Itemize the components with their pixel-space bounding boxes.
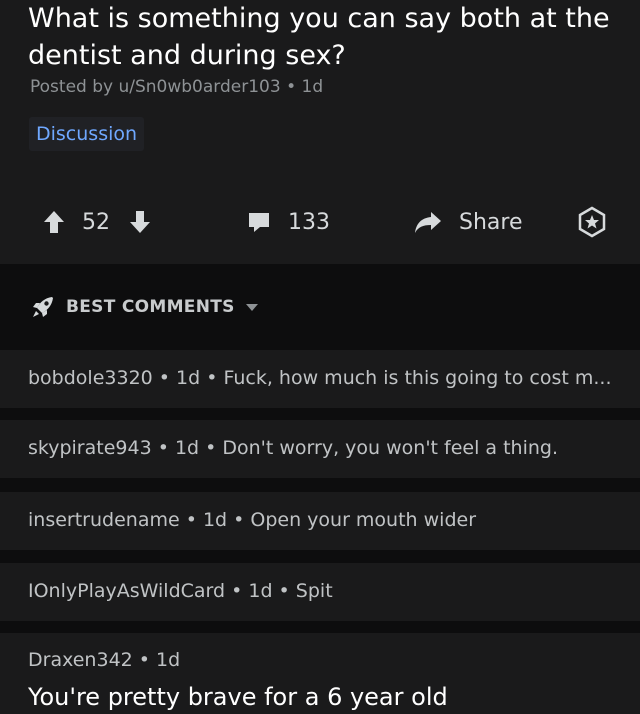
award-button[interactable] bbox=[576, 200, 608, 244]
downvote-button[interactable] bbox=[128, 200, 152, 244]
share-arrow-icon bbox=[415, 212, 441, 233]
comment-item[interactable]: Draxen342 • 1d You're pretty brave for a… bbox=[0, 633, 640, 714]
comments-button[interactable] bbox=[246, 200, 272, 244]
downvote-arrow-icon bbox=[130, 211, 150, 233]
comment-text: IOnlyPlayAsWildCard • 1d • Spit bbox=[28, 580, 333, 602]
post-flair[interactable]: Discussion bbox=[29, 117, 145, 151]
upvote-arrow-icon bbox=[44, 211, 64, 233]
comment-count[interactable]: 133 bbox=[288, 200, 330, 244]
award-star-icon bbox=[578, 206, 606, 238]
comment-text: skypirate943 • 1d • Don't worry, you won… bbox=[28, 437, 559, 459]
post-meta[interactable]: Posted by u/Sn0wb0arder103 • 1d bbox=[30, 77, 323, 97]
comment-text: bobdole3320 • 1d • Fuck, how much is thi… bbox=[28, 367, 612, 389]
share-label[interactable]: Share bbox=[459, 200, 523, 244]
post-card: What is something you can say both at th… bbox=[0, 0, 640, 264]
comment-bubble-icon bbox=[249, 213, 269, 232]
post-title[interactable]: What is something you can say both at th… bbox=[28, 0, 628, 74]
comment-meta: Draxen342 • 1d bbox=[28, 649, 181, 671]
post-score: 52 bbox=[82, 209, 110, 235]
comment-body: You're pretty brave for a 6 year old bbox=[28, 683, 448, 711]
comment-text: insertrudename • 1d • Open your mouth wi… bbox=[28, 509, 477, 531]
caret-down-icon bbox=[245, 304, 258, 311]
sort-label: BEST COMMENTS bbox=[66, 297, 235, 317]
rocket-icon bbox=[33, 297, 53, 317]
upvote-button[interactable] bbox=[42, 200, 66, 244]
post-action-bar: 52 133 Share bbox=[0, 200, 640, 244]
comment-item[interactable]: IOnlyPlayAsWildCard • 1d • Spit bbox=[0, 563, 640, 621]
comment-sort-dropdown[interactable]: BEST COMMENTS bbox=[30, 292, 259, 322]
share-button[interactable] bbox=[413, 200, 443, 244]
comment-item[interactable]: bobdole3320 • 1d • Fuck, how much is thi… bbox=[0, 350, 640, 408]
comment-item[interactable]: insertrudename • 1d • Open your mouth wi… bbox=[0, 492, 640, 550]
comment-item[interactable]: skypirate943 • 1d • Don't worry, you won… bbox=[0, 420, 640, 478]
